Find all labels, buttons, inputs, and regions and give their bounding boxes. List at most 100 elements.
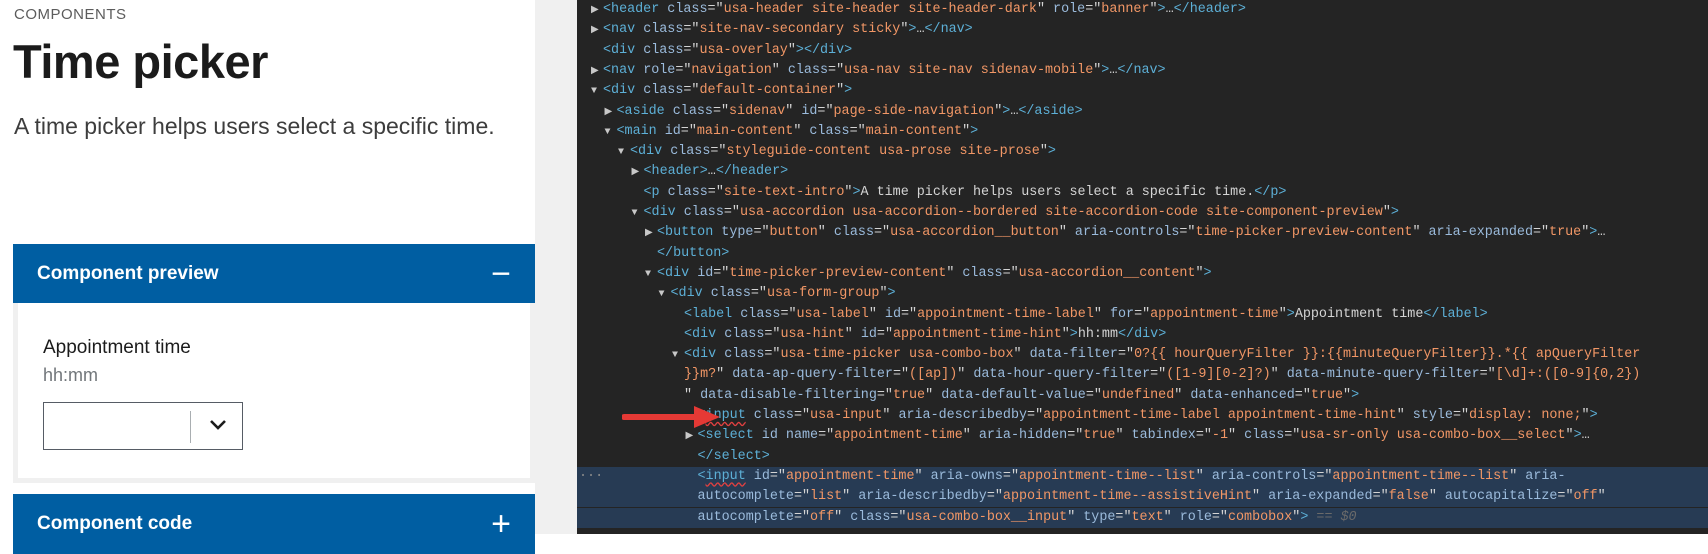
code-token-tag: </p> bbox=[1254, 184, 1287, 200]
dom-node-line[interactable]: autocomplete="list" aria-describedby="ap… bbox=[577, 487, 1708, 508]
code-token-tag: > bbox=[1390, 205, 1399, 220]
code-token-txt: =" bbox=[1316, 468, 1333, 484]
code-token-tag: <select bbox=[697, 428, 762, 444]
code-token-tag: </div> bbox=[1118, 326, 1167, 342]
code-token-tag: > bbox=[1069, 326, 1078, 342]
dom-node-line[interactable]: ▼ <div id="time-picker-preview-content" c… bbox=[645, 264, 1212, 284]
code-token-txt: =" bbox=[986, 489, 1003, 505]
dom-node-line[interactable]: }}m?" data-ap-query-filter="([ap])" data… bbox=[672, 365, 1640, 385]
dom-node-line[interactable]: </select> bbox=[686, 447, 770, 467]
code-token-attr: id bbox=[664, 123, 681, 139]
code-token-attr: aria-expanded bbox=[1428, 225, 1533, 241]
code-token-txt: " bbox=[716, 367, 733, 383]
code-token-attr: id bbox=[801, 103, 818, 119]
dom-node-line[interactable]: ▼ <div class="usa-time-picker usa-combo-b… bbox=[672, 345, 1640, 365]
collapse-icon: − bbox=[491, 254, 511, 293]
code-token-val: main-content bbox=[696, 123, 794, 139]
dom-node-line[interactable]: ▼ <div class="usa-form-group"> bbox=[659, 284, 896, 304]
code-token-val: true bbox=[1083, 428, 1116, 444]
code-token-txt: =" bbox=[1085, 387, 1102, 403]
code-token-val: true bbox=[892, 387, 926, 403]
code-token-txt: =" bbox=[1211, 509, 1228, 525]
code-token-txt: =" bbox=[713, 265, 730, 281]
dom-node-line[interactable]: </button> bbox=[645, 244, 729, 264]
component-preview-accordion-button[interactable]: Component preview − bbox=[13, 244, 535, 303]
time-picker-combobox[interactable] bbox=[43, 402, 243, 450]
code-token-attr: data-ap-query-filter bbox=[732, 367, 893, 383]
code-token-tag: > bbox=[844, 83, 853, 99]
expand-triangle-icon[interactable]: ▶ bbox=[605, 103, 617, 123]
collapse-triangle-icon[interactable]: ▼ bbox=[618, 143, 630, 163]
collapse-triangle-icon[interactable]: ▼ bbox=[632, 204, 644, 224]
dom-node-line[interactable]: ▼ <div class="usa-accordion usa-accordion… bbox=[632, 203, 1399, 223]
dom-node-line[interactable]: ▶ <aside class="sidenav" id="page-side-na… bbox=[605, 102, 1083, 122]
dom-node-line[interactable]: ▼ <div class="default-container"> bbox=[591, 81, 852, 101]
dom-node-line[interactable]: ▶ <select id name="appointment-time" aria… bbox=[686, 426, 1590, 446]
code-token-val: default-container bbox=[699, 83, 837, 99]
dom-node-line[interactable]: <div class="usa-overlay"></div> bbox=[591, 41, 852, 61]
code-token-txt: " bbox=[1343, 387, 1352, 403]
code-token-attr: aria- bbox=[1525, 468, 1566, 484]
collapse-triangle-icon[interactable]: ▼ bbox=[659, 285, 671, 305]
code-token-txt: =" bbox=[764, 347, 781, 363]
code-token-attr: aria-controls bbox=[1211, 468, 1317, 484]
dom-node-line[interactable]: ▼ <div class="styleguide-content usa-pros… bbox=[618, 142, 1056, 162]
expand-triangle-icon[interactable]: ▶ bbox=[632, 163, 644, 183]
dom-node-line[interactable]: ▶ <nav class="site-nav-secondary sticky">… bbox=[591, 20, 973, 40]
code-token-txt: Appointment time bbox=[1294, 306, 1424, 322]
code-token-attr: class bbox=[962, 265, 1003, 281]
dom-node-line[interactable]: autocomplete="off" class="usa-combo-box_… bbox=[577, 507, 1708, 528]
code-token-val: undefined bbox=[1101, 387, 1175, 403]
combobox-separator bbox=[190, 411, 191, 443]
collapse-triangle-icon[interactable]: ▼ bbox=[645, 265, 657, 285]
code-token-txt: " bbox=[787, 42, 796, 58]
more-options-icon[interactable]: ··· bbox=[579, 467, 603, 487]
code-token-tag bbox=[746, 469, 754, 484]
code-token-val: button bbox=[769, 225, 818, 241]
code-token-val: appointment-time--assistiveHint bbox=[1002, 489, 1253, 505]
component-preview-content: Appointment time hh:mm bbox=[13, 303, 535, 483]
code-token-txt: " bbox=[1382, 205, 1391, 220]
expand-triangle-icon[interactable]: ▶ bbox=[645, 224, 657, 244]
code-token-attr: aria-describedby bbox=[858, 489, 987, 505]
expand-triangle-icon[interactable]: ▶ bbox=[591, 21, 603, 41]
devtools-elements-panel: ▶ <header class="usa-header site-header s… bbox=[577, 0, 1708, 534]
code-token-tag: > bbox=[852, 184, 861, 200]
dom-node-line[interactable]: <input class="usa-input" aria-describedb… bbox=[686, 406, 1598, 426]
code-token-txt: … bbox=[1165, 2, 1174, 17]
code-token-txt: " bbox=[879, 286, 888, 302]
breadcrumb-eyebrow: COMPONENTS bbox=[14, 6, 127, 23]
code-token-txt: " bbox=[1195, 468, 1212, 484]
dom-node-line[interactable]: <p class="site-text-intro">A time picker… bbox=[632, 183, 1287, 203]
code-token-tag: </button> bbox=[657, 245, 730, 261]
collapse-triangle-icon[interactable]: ▼ bbox=[672, 346, 684, 366]
code-token-txt: … bbox=[916, 22, 925, 38]
component-code-accordion-button[interactable]: Component code + bbox=[13, 494, 535, 554]
code-token-txt: " bbox=[957, 367, 974, 383]
dom-node-line[interactable]: ▶ <button type="button" class="usa-accord… bbox=[645, 223, 1605, 243]
dom-node-line[interactable]: ▶ <nav role="navigation" class="usa-nav s… bbox=[591, 61, 1166, 81]
expand-triangle-icon[interactable]: ▶ bbox=[686, 427, 698, 447]
code-token-val: site-text-intro bbox=[723, 184, 845, 200]
code-token-txt: =" bbox=[1532, 225, 1550, 241]
expand-triangle-icon[interactable]: ▶ bbox=[591, 62, 603, 82]
appointment-time-hint: hh:mm bbox=[43, 365, 99, 385]
code-token-txt: =" bbox=[1085, 2, 1102, 17]
code-token-txt: =" bbox=[723, 205, 740, 220]
code-token-val: usa-input bbox=[810, 408, 883, 423]
code-token-val: usa-accordion__button bbox=[890, 225, 1059, 241]
collapse-triangle-icon[interactable]: ▼ bbox=[605, 123, 617, 143]
expand-triangle-icon[interactable]: ▶ bbox=[591, 1, 603, 21]
code-token-txt: =" bbox=[753, 225, 770, 241]
dom-node-line[interactable]: <input id="appointment-time" aria-owns="… bbox=[577, 466, 1708, 487]
dom-node-line[interactable]: ▼ <main id="main-content" class="main-con… bbox=[605, 122, 979, 142]
dom-node-line[interactable]: <div class="usa-hint" id="appointment-ti… bbox=[672, 325, 1166, 345]
chevron-down-icon[interactable] bbox=[208, 415, 228, 435]
dom-node-line[interactable]: <label class="usa-label" id="appointment… bbox=[672, 305, 1488, 325]
collapse-triangle-icon[interactable]: ▼ bbox=[591, 82, 603, 102]
code-token-txt: =" bbox=[1117, 347, 1135, 363]
dom-node-line[interactable]: " data-disable-filtering="true" data-def… bbox=[672, 386, 1359, 406]
dom-node-line[interactable]: ▶ <header class="usa-header site-header s… bbox=[591, 0, 1246, 20]
code-token-txt: " bbox=[793, 123, 810, 139]
dom-node-line[interactable]: ▶ <header>…</header> bbox=[632, 162, 789, 182]
